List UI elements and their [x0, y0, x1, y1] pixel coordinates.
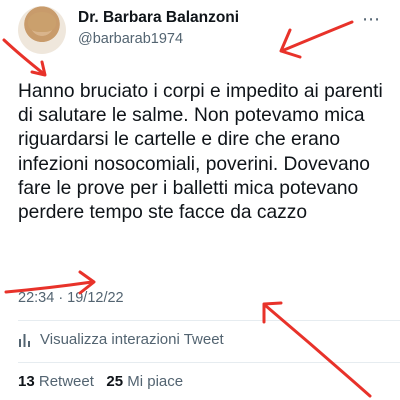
tweet-card: Dr. Barbara Balanzoni @barbarab1974 ⋯ Ha…: [0, 0, 400, 400]
tweet-text: Hanno bruciato i corpi e impedito ai par…: [18, 81, 383, 224]
retweets-stat[interactable]: 13 Retweet: [18, 373, 94, 390]
divider: [18, 320, 400, 321]
annotation-arrow: [282, 20, 354, 52]
likes-count: 25: [106, 373, 124, 390]
analytics-label: Visualizza interazioni Tweet: [40, 331, 224, 348]
tweet-stats: 13 Retweet 25 Mi piace: [18, 373, 183, 390]
likes-stat[interactable]: 25 Mi piace: [106, 373, 183, 390]
analytics-icon: [19, 333, 30, 347]
retweets-count: 13: [18, 373, 35, 390]
view-analytics-link[interactable]: Visualizza interazioni Tweet: [18, 331, 224, 348]
more-icon[interactable]: ⋯: [362, 10, 386, 28]
avatar[interactable]: [18, 6, 66, 54]
divider: [18, 362, 400, 363]
annotation-arrowhead: [279, 28, 302, 59]
tweet-timestamp[interactable]: 22:34 · 19/12/22: [18, 290, 124, 306]
author-handle[interactable]: @barbarab1974: [78, 31, 183, 47]
annotation-arrowhead: [30, 60, 47, 77]
author-name[interactable]: Dr. Barbara Balanzoni: [78, 9, 239, 27]
retweets-label: Retweet: [38, 373, 94, 390]
likes-label: Mi piace: [127, 373, 184, 390]
